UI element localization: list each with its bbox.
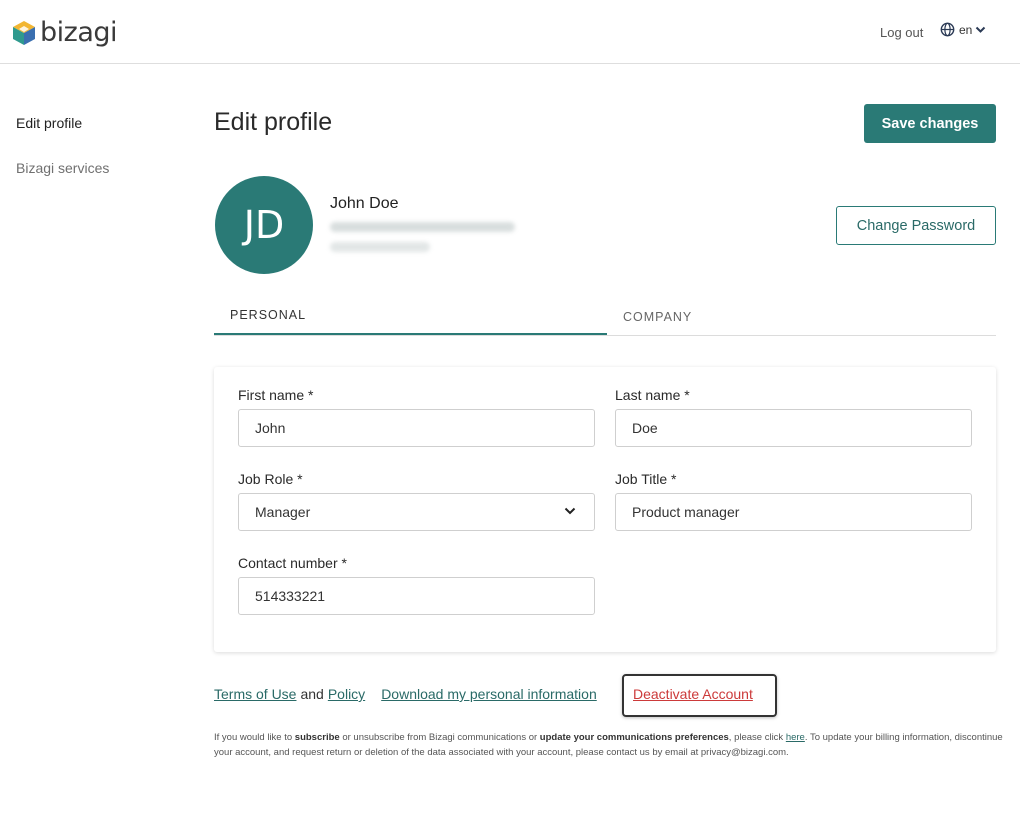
first-name-input[interactable] <box>238 409 595 447</box>
job-role-label: Job Role * <box>238 471 303 487</box>
active-tab-indicator <box>214 333 607 335</box>
footer-links: Terms of Use and Policy Download my pers… <box>214 686 597 702</box>
language-label: en <box>959 22 973 37</box>
language-selector[interactable]: en <box>940 22 986 37</box>
fine-print: If you would like to subscribe or unsubs… <box>214 730 1004 760</box>
brand-name: bizagi <box>40 17 118 48</box>
redacted-email <box>330 222 515 232</box>
fine-print-text: , please click <box>728 732 786 743</box>
tab-company[interactable]: COMPANY <box>623 310 692 324</box>
page-title: Edit profile <box>214 108 333 136</box>
top-header: bizagi Log out en <box>0 0 1020 64</box>
save-changes-button[interactable]: Save changes <box>864 104 996 143</box>
bizagi-cube-icon <box>13 21 35 45</box>
first-name-label: First name * <box>238 387 314 403</box>
chevron-down-icon <box>564 507 576 515</box>
fine-print-text: If you would like to <box>214 732 295 743</box>
logout-link[interactable]: Log out <box>880 25 923 40</box>
job-role-value: Manager <box>255 504 311 520</box>
preferences-here-link[interactable]: here <box>786 732 805 743</box>
bizagi-logo[interactable]: bizagi <box>12 17 118 48</box>
avatar-initials: JD <box>243 203 285 247</box>
redacted-detail <box>330 242 430 252</box>
fine-print-text: or unsubscribe from Bizagi communication… <box>339 732 540 743</box>
globe-icon <box>940 22 955 37</box>
job-title-label: Job Title * <box>615 471 677 487</box>
download-personal-info-link[interactable]: Download my personal information <box>381 686 597 702</box>
fine-print-bold: update your communications preferences <box>539 732 729 743</box>
avatar: JD <box>215 176 313 274</box>
and-text: and <box>300 686 324 702</box>
tab-personal[interactable]: PERSONAL <box>230 308 306 322</box>
chevron-down-icon <box>976 26 986 33</box>
policy-link[interactable]: Policy <box>328 686 365 702</box>
contact-number-label: Contact number * <box>238 555 347 571</box>
contact-number-input[interactable] <box>238 577 595 615</box>
user-name: John Doe <box>330 195 399 212</box>
personal-form-card: First name * Last name * Job Role * Mana… <box>214 367 996 652</box>
deactivate-account-link[interactable]: Deactivate Account <box>633 686 753 702</box>
change-password-button[interactable]: Change Password <box>836 206 996 245</box>
fine-print-bold: subscribe <box>294 732 340 743</box>
profile-tabs: PERSONAL COMPANY <box>214 298 996 336</box>
sidebar-item-bizagi-services[interactable]: Bizagi services <box>16 160 109 176</box>
job-title-input[interactable] <box>615 493 972 531</box>
terms-of-use-link[interactable]: Terms of Use <box>214 686 296 702</box>
job-role-select[interactable]: Manager <box>238 493 595 531</box>
sidebar-item-edit-profile[interactable]: Edit profile <box>16 115 82 131</box>
last-name-label: Last name * <box>615 387 690 403</box>
last-name-input[interactable] <box>615 409 972 447</box>
